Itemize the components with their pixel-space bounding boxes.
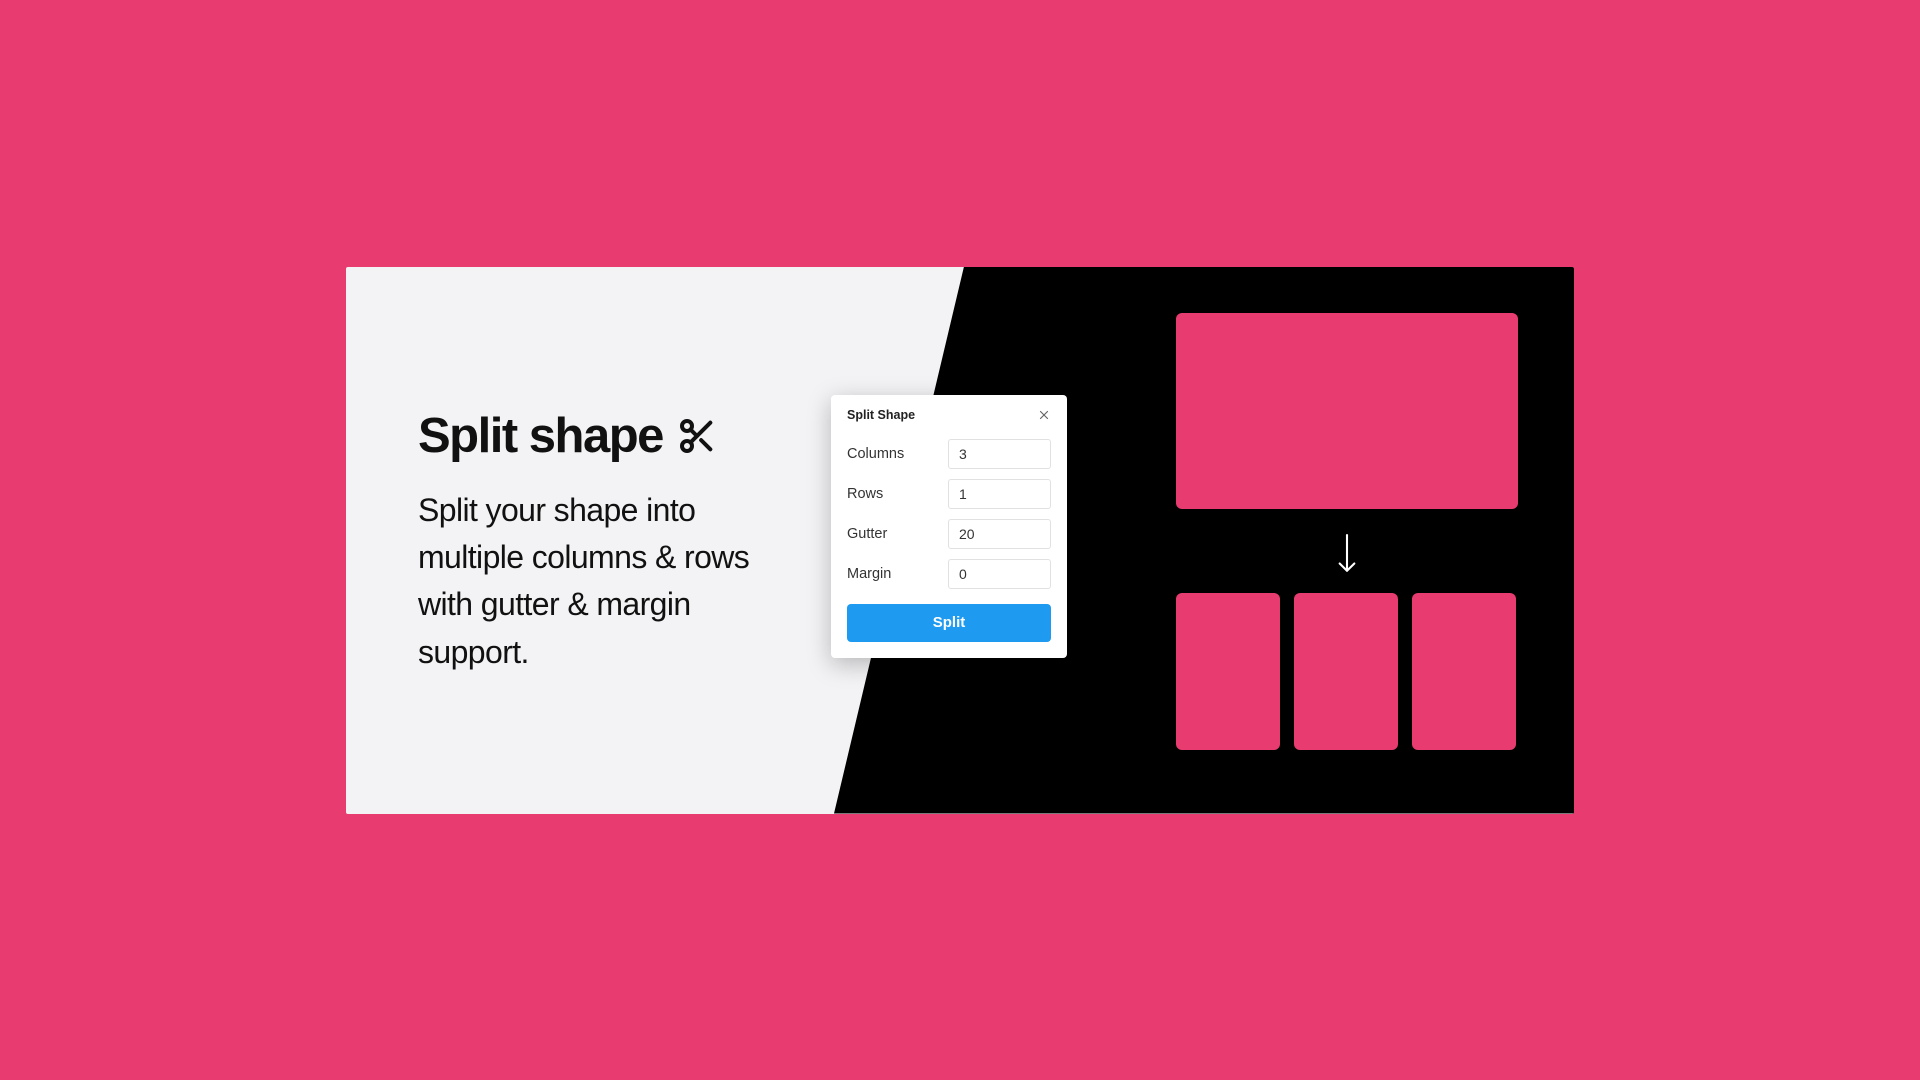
after-shape-3 bbox=[1412, 593, 1516, 750]
margin-input[interactable] bbox=[948, 559, 1051, 589]
hero-title: Split shape bbox=[418, 412, 663, 461]
after-shapes-row bbox=[1176, 593, 1518, 750]
close-icon[interactable] bbox=[1037, 408, 1051, 422]
rows-row: Rows bbox=[847, 474, 1051, 514]
title-row: Split shape bbox=[418, 412, 778, 461]
rows-label: Rows bbox=[847, 486, 883, 502]
gutter-label: Gutter bbox=[847, 526, 887, 542]
split-button[interactable]: Split bbox=[847, 604, 1051, 642]
arrow-down-icon bbox=[1176, 533, 1518, 575]
hero-text-block: Split shape Split your shape into multip… bbox=[418, 412, 778, 676]
scissors-icon bbox=[677, 416, 717, 456]
dialog-body: Columns Rows Gutter Margin Split bbox=[831, 432, 1067, 658]
after-shape-1 bbox=[1176, 593, 1280, 750]
gutter-input[interactable] bbox=[948, 519, 1051, 549]
rows-input[interactable] bbox=[948, 479, 1051, 509]
dialog-header: Split Shape bbox=[831, 395, 1067, 432]
after-shape-2 bbox=[1294, 593, 1398, 750]
dialog-title: Split Shape bbox=[847, 408, 915, 422]
columns-input[interactable] bbox=[948, 439, 1051, 469]
preview-area bbox=[1176, 313, 1518, 750]
margin-label: Margin bbox=[847, 566, 891, 582]
margin-row: Margin bbox=[847, 554, 1051, 594]
columns-label: Columns bbox=[847, 446, 904, 462]
hero-description: Split your shape into multiple columns &… bbox=[418, 487, 778, 676]
split-shape-dialog: Split Shape Columns Rows Gutter bbox=[831, 395, 1067, 658]
before-shape bbox=[1176, 313, 1518, 509]
columns-row: Columns bbox=[847, 434, 1051, 474]
promo-card: Split shape Split your shape into multip… bbox=[346, 267, 1574, 814]
gutter-row: Gutter bbox=[847, 514, 1051, 554]
